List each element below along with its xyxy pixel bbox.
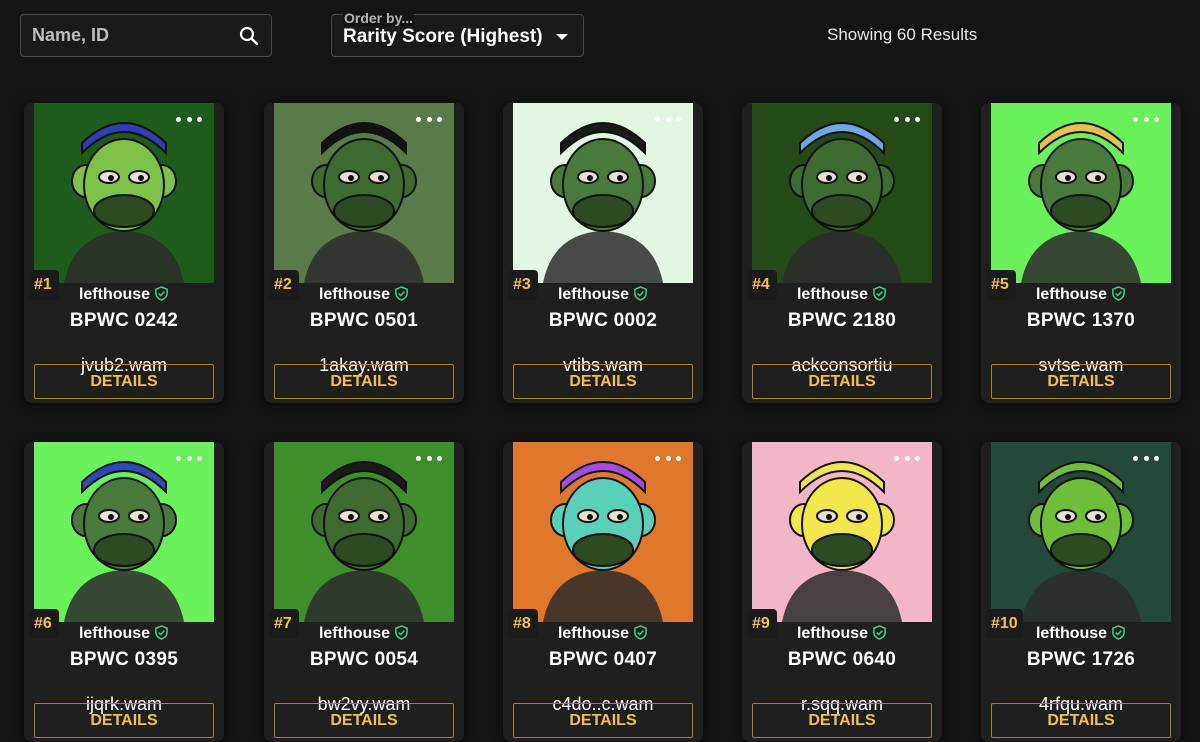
details-button[interactable]: DETAILS [752, 364, 932, 399]
more-dots-icon[interactable] [416, 450, 442, 466]
owner-label: lefthouse [318, 286, 391, 303]
nft-card[interactable]: #2 lefthouse BPWC 0501 1akay.wam DETAILS [264, 103, 464, 403]
verified-shield-icon [1112, 286, 1125, 301]
more-dots-icon[interactable] [1133, 450, 1159, 466]
nft-image[interactable] [513, 103, 693, 283]
details-button[interactable]: DETAILS [991, 703, 1171, 738]
owner-name[interactable]: lefthouse [981, 625, 1181, 643]
details-button[interactable]: DETAILS [752, 703, 932, 738]
nft-card[interactable]: #9 lefthouse BPWC 0640 r.sqq.wam DETAILS [742, 442, 942, 742]
more-dots-icon[interactable] [894, 450, 920, 466]
nft-title: BPWC 0242 [69, 310, 179, 331]
details-button[interactable]: DETAILS [513, 364, 693, 399]
search-icon[interactable] [239, 26, 259, 46]
nft-card[interactable]: #10 lefthouse BPWC 1726 4rfqu.wam DETAIL… [981, 442, 1181, 742]
more-dots-icon[interactable] [176, 111, 202, 127]
owner-name[interactable]: lefthouse [742, 625, 942, 643]
nft-image[interactable] [34, 103, 214, 283]
verified-shield-icon [873, 625, 886, 640]
nft-title: BPWC 0407 [548, 649, 658, 670]
details-button[interactable]: DETAILS [34, 364, 214, 399]
more-dots-icon[interactable] [176, 450, 202, 466]
owner-name[interactable]: lefthouse [503, 286, 703, 304]
ape-portrait [991, 103, 1171, 283]
verified-shield-icon [155, 286, 168, 301]
nft-image[interactable] [274, 103, 454, 283]
more-dots-icon[interactable] [1133, 111, 1159, 127]
owner-label: lefthouse [1035, 286, 1108, 303]
verified-shield-icon [155, 625, 168, 640]
more-dots-icon[interactable] [894, 111, 920, 127]
details-button[interactable]: DETAILS [513, 703, 693, 738]
verified-shield-icon [873, 286, 886, 301]
nft-title: BPWC 2180 [787, 310, 897, 331]
owner-name[interactable]: lefthouse [503, 625, 703, 643]
nft-image[interactable] [752, 442, 932, 622]
ape-portrait [274, 442, 454, 622]
search-box[interactable] [20, 14, 272, 57]
search-input[interactable] [21, 15, 231, 56]
caret-down-icon [556, 34, 568, 40]
ape-portrait [752, 442, 932, 622]
nft-card[interactable]: #3 lefthouse BPWC 0002 vtibs.wam DETAILS [503, 103, 703, 403]
nft-card[interactable]: #1 lefthouse BPWC 0242 jvub2.wam DETAILS [24, 103, 224, 403]
details-button[interactable]: DETAILS [34, 703, 214, 738]
more-dots-icon[interactable] [655, 111, 681, 127]
nft-card[interactable]: #6 lefthouse BPWC 0395 ijqrk.wam DETAILS [24, 442, 224, 742]
ape-portrait [274, 103, 454, 283]
nft-title: BPWC 0395 [69, 649, 179, 670]
details-button[interactable]: DETAILS [274, 703, 454, 738]
nft-image[interactable] [991, 442, 1171, 622]
toolbar: Order by... Rarity Score (Highest) Showi… [0, 0, 1200, 70]
verified-shield-icon [1112, 625, 1125, 640]
order-by-label: Order by... [343, 10, 414, 26]
nft-card[interactable]: #7 lefthouse BPWC 0054 bw2vy.wam DETAILS [264, 442, 464, 742]
nft-image[interactable] [34, 442, 214, 622]
owner-name[interactable]: lefthouse [981, 286, 1181, 304]
nft-title: BPWC 0640 [787, 649, 897, 670]
verified-shield-icon [634, 625, 647, 640]
owner-label: lefthouse [557, 625, 630, 642]
nft-image[interactable] [991, 103, 1171, 283]
owner-label: lefthouse [318, 625, 391, 642]
nft-title: BPWC 0501 [309, 310, 419, 331]
owner-label: lefthouse [78, 625, 151, 642]
nft-image[interactable] [752, 103, 932, 283]
ape-portrait [991, 442, 1171, 622]
ape-portrait [513, 103, 693, 283]
nft-title: BPWC 1726 [1026, 649, 1136, 670]
owner-label: lefthouse [796, 625, 869, 642]
owner-label: lefthouse [796, 286, 869, 303]
owner-name[interactable]: lefthouse [24, 286, 224, 304]
nft-image[interactable] [513, 442, 693, 622]
more-dots-icon[interactable] [416, 111, 442, 127]
order-by-select[interactable]: Order by... Rarity Score (Highest) [331, 10, 584, 57]
ape-portrait [34, 103, 214, 283]
nft-title: BPWC 0002 [548, 310, 658, 331]
nft-card[interactable]: #4 lefthouse BPWC 2180 ackconsortiu DETA… [742, 103, 942, 403]
nft-image[interactable] [274, 442, 454, 622]
nft-title: BPWC 1370 [1026, 310, 1136, 331]
more-dots-icon[interactable] [655, 450, 681, 466]
details-button[interactable]: DETAILS [991, 364, 1171, 399]
nft-title: BPWC 0054 [309, 649, 419, 670]
verified-shield-icon [395, 625, 408, 640]
nft-card[interactable]: #5 lefthouse BPWC 1370 svtse.wam DETAILS [981, 103, 1181, 403]
verified-shield-icon [395, 286, 408, 301]
owner-name[interactable]: lefthouse [24, 625, 224, 643]
owner-label: lefthouse [78, 286, 151, 303]
ape-portrait [34, 442, 214, 622]
owner-name[interactable]: lefthouse [264, 625, 464, 643]
owner-name[interactable]: lefthouse [264, 286, 464, 304]
owner-label: lefthouse [1035, 625, 1108, 642]
ape-portrait [752, 103, 932, 283]
owner-name[interactable]: lefthouse [742, 286, 942, 304]
nft-card[interactable]: #8 lefthouse BPWC 0407 c4do..c.wam DETAI… [503, 442, 703, 742]
order-by-value: Rarity Score (Highest) [343, 26, 543, 47]
verified-shield-icon [634, 286, 647, 301]
details-button[interactable]: DETAILS [274, 364, 454, 399]
owner-label: lefthouse [557, 286, 630, 303]
results-count: Showing 60 Results [827, 25, 978, 44]
ape-portrait [513, 442, 693, 622]
